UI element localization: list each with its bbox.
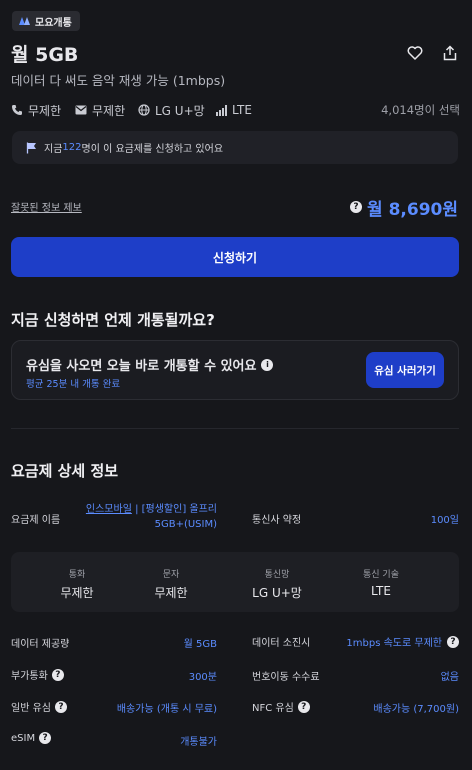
plan-name-label: 요금제 이름 [11,515,61,526]
contract-label: 통신사 약정 [252,515,302,526]
esim-value: 개통불가 [180,737,217,748]
phone-icon [12,105,22,115]
grid-network-label: 통신망 [264,570,290,580]
grid-tech-label: 통신 기술 [363,570,399,580]
spec-grid: 통화 무제한 문자 무제한 통신망 LG U+망 통신 기술 LTE [11,552,459,612]
feature-network-value: LG U+망 [155,103,205,118]
details-heading: 요금제 상세 정보 [11,462,119,480]
grid-sms: 문자 무제한 [151,567,191,601]
feature-sms-value: 무제한 [92,103,126,118]
plan-subtitle: 데이터 다 써도 음악 재생 가능 (1mbps) [11,73,226,88]
general-usim-help-icon[interactable]: ? [54,700,67,713]
data-exhausted-value-text: 1mbps 속도로 무제한 [346,638,442,649]
port-fee-label: 번호이동 수수료 [252,672,320,683]
extra-call-label-text: 부가통화 [11,671,48,682]
notice-suffix: 명이 이 요금제를 신청하고 있어요 [81,144,224,155]
heart-icon [407,46,423,60]
section-divider [11,428,459,429]
price-value: 월 8,690원 [367,199,458,220]
plan-name-value: 인스모바일 | [평생할인] 올프리 5GB+(USIM) [80,502,217,532]
grid-network: 통신망 LG U+망 [245,567,309,601]
like-button[interactable] [404,42,426,64]
data-exhausted-label: 데이터 소진시 [252,634,310,649]
mail-icon [75,105,87,115]
feature-network: LG U+망 [138,101,205,119]
grid-network-value: LG U+망 [252,586,302,600]
data-exhausted-label-text: 데이터 소진시 [252,638,311,649]
grid-sms-value: 무제한 [154,586,188,600]
grid-call: 통화 무제한 [57,567,97,601]
brand-logo-icon [19,17,30,25]
feature-tech: LTE [216,101,252,119]
grid-tech-value: LTE [371,584,391,598]
share-button[interactable] [439,42,461,64]
extra-call-label: 부가통화? [11,667,64,682]
exhausted-help-icon[interactable]: ? [447,635,459,648]
usim-card: 유심을 사오면 오늘 바로 개통할 수 있어요 i 평균 25분 내 개통 완료… [11,340,459,400]
extra-call-help-icon[interactable]: ? [51,668,64,681]
data-exhausted-value: 1mbps 속도로 무제한 ? [346,634,459,649]
flag-icon [26,142,36,153]
info-icon[interactable]: i [261,358,274,371]
share-icon [443,45,457,61]
grid-call-value: 무제한 [60,586,94,600]
notice-count: 122 [62,142,82,153]
plan-name-line2: 5GB+(USIM) [154,519,217,530]
usim-card-title-text: 유심을 사오면 오늘 바로 개통할 수 있어요 [26,359,257,374]
selected-count: 4,014명이 선택 [381,103,460,117]
feature-call: 무제한 [11,101,61,119]
plan-name-line1: 인스모바일 | [평생할인] 올프리 [80,502,217,517]
feature-call-value: 무제한 [28,103,62,118]
grid-tech: 통신 기술 LTE [356,567,406,598]
esim-help-icon[interactable]: ? [39,732,52,744]
general-usim-value: 배송가능 (개통 시 무료) [116,704,217,715]
brand-badge: 모요개통 [12,11,80,31]
contract-value: 100일 [430,515,459,526]
brand-name: 모요개통 [35,17,72,29]
globe-icon [138,104,150,116]
nfc-usim-help-icon[interactable]: ? [297,700,310,713]
nfc-usim-label-text: NFC 유심 [252,703,294,714]
nfc-usim-value: 배송가능 (7,700원) [373,704,459,715]
extra-call-value: 300분 [188,672,217,683]
feature-tech-value: LTE [232,103,252,117]
signal-icon [216,104,227,116]
grid-call-label: 통화 [68,570,86,580]
price: ? 월 8,690원 [350,195,458,220]
apply-button[interactable]: 신청하기 [11,237,459,277]
data-amount-value: 월 5GB [183,639,217,650]
plan-title: 월 5GB [11,44,79,66]
activation-heading: 지금 신청하면 언제 개통될까요? [11,311,215,329]
feature-sms: 무제한 [75,101,125,119]
general-usim-label-text: 일반 유심 [11,703,51,714]
notice-prefix: 지금 [44,144,63,155]
port-fee-value: 없음 [440,672,459,683]
live-notice: 지금 122 명이 이 요금제를 신청하고 있어요 [12,131,458,164]
esim-label: eSIM? [11,732,52,744]
buy-usim-button[interactable]: 유심 사러가기 [366,352,444,388]
esim-label-text: eSIM [11,732,36,744]
price-help-icon[interactable]: ? [350,201,363,213]
carrier-link[interactable]: 인스모바일 [86,504,132,515]
usim-card-sub: 평균 25분 내 개통 완료 [26,379,121,390]
grid-sms-label: 문자 [162,570,180,580]
nfc-usim-label: NFC 유심? [252,699,310,714]
usim-card-title: 유심을 사오면 오늘 바로 개통할 수 있어요 i [26,355,274,374]
plan-name-rest: | [평생할인] 올프리 [131,504,217,515]
report-link[interactable]: 잘못된 정보 제보 [11,199,82,214]
general-usim-label: 일반 유심? [11,699,67,714]
data-amount-label: 데이터 제공량 [11,639,70,650]
